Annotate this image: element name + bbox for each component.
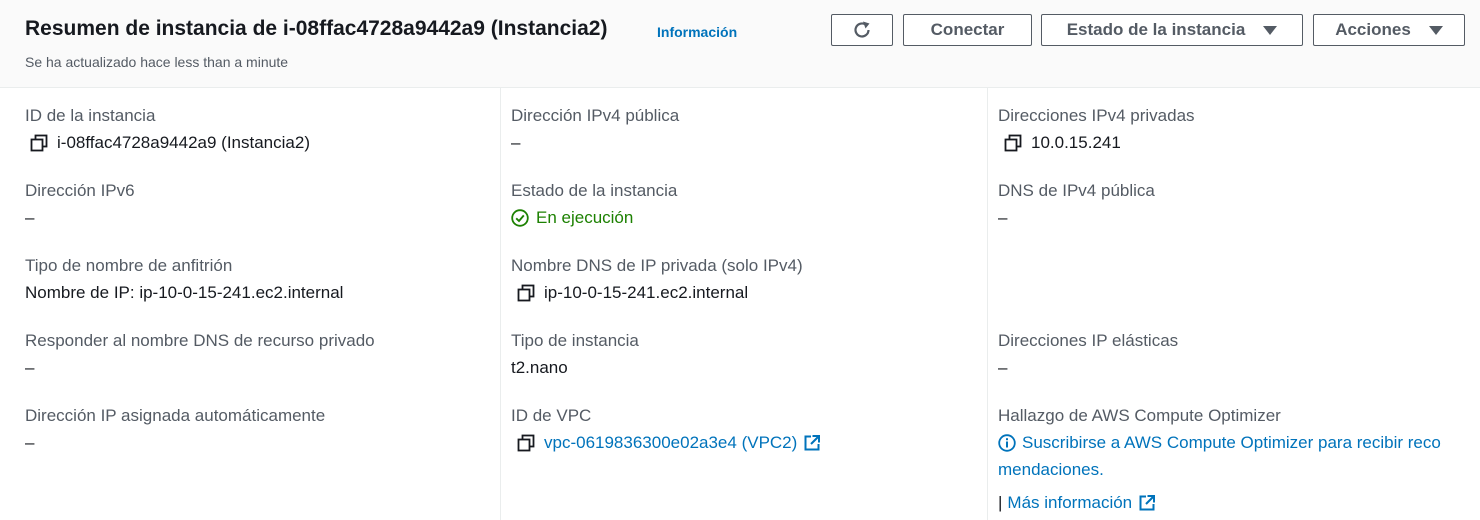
instance-state-dropdown-label: Estado de la instancia <box>1066 20 1246 39</box>
private-ipv4-value: 10.0.15.241 <box>1004 133 1121 153</box>
page-title: Resumen de instancia de i-08ffac4728a944… <box>25 17 608 40</box>
instance-state-dropdown[interactable]: Estado de la instancia <box>1041 14 1303 46</box>
private-ipv4-text: 10.0.15.241 <box>1031 133 1121 152</box>
instance-type-label: Tipo de instancia <box>511 331 639 350</box>
external-link-icon[interactable] <box>1138 494 1156 512</box>
page-header: Resumen de instancia de i-08ffac4728a944… <box>0 0 1480 88</box>
optimizer-link-line1[interactable]: Suscribirse a AWS Compute Optimizer para… <box>1022 433 1441 453</box>
more-info-row: | Más información <box>998 493 1156 513</box>
instance-id-value: i-08ffac4728a9442a9 (Instancia2) <box>30 133 310 153</box>
optimizer-subscribe-link[interactable]: Suscribirse a AWS Compute Optimizer para… <box>998 433 1441 453</box>
connect-button-label: Conectar <box>930 20 1005 39</box>
public-ipv4-dns-label: DNS de IPv4 pública <box>998 181 1155 200</box>
column-divider <box>500 88 501 520</box>
instance-state-value: En ejecución <box>511 208 633 228</box>
optimizer-label: Hallazgo de AWS Compute Optimizer <box>998 406 1281 425</box>
actions-dropdown-label: Acciones <box>1335 20 1411 39</box>
connect-button[interactable]: Conectar <box>903 14 1032 46</box>
private-ipv4-label: Direcciones IPv4 privadas <box>998 106 1195 125</box>
optimizer-link-line2[interactable]: mendaciones. <box>998 460 1104 480</box>
external-link-icon[interactable] <box>803 434 821 452</box>
public-ipv4-value: – <box>511 133 521 152</box>
separator: | <box>998 493 1003 512</box>
column-divider <box>987 88 988 520</box>
copy-icon[interactable] <box>1004 134 1022 152</box>
auto-ip-label: Dirección IP asignada automáticamente <box>25 406 326 425</box>
hostname-type-label: Tipo de nombre de anfitrión <box>25 256 233 275</box>
check-circle-icon <box>511 209 529 227</box>
vpc-id-value: vpc-0619836300e02a3e4 (VPC2) <box>517 433 821 453</box>
refresh-button[interactable] <box>831 14 893 46</box>
copy-icon[interactable] <box>30 134 48 152</box>
caret-down-icon <box>1263 25 1278 35</box>
hostname-type-value: Nombre de IP: ip-10-0-15-241.ec2.interna… <box>25 283 344 302</box>
last-updated-text: Se ha actualizado hace less than a minut… <box>25 54 289 70</box>
private-dns-value: ip-10-0-15-241.ec2.internal <box>517 283 748 303</box>
elastic-ips-value: – <box>998 358 1008 377</box>
private-dns-text: ip-10-0-15-241.ec2.internal <box>544 283 749 302</box>
refresh-icon <box>854 21 870 38</box>
private-dns-answer-label: Responder al nombre DNS de recurso priva… <box>25 331 375 350</box>
more-info-link[interactable]: Más información <box>1007 493 1132 513</box>
copy-icon[interactable] <box>517 284 535 302</box>
public-ipv4-dns-value: – <box>998 208 1008 227</box>
actions-dropdown[interactable]: Acciones <box>1313 14 1465 46</box>
info-circle-icon <box>998 434 1016 452</box>
private-dns-label: Nombre DNS de IP privada (solo IPv4) <box>511 256 803 275</box>
instance-id-label: ID de la instancia <box>25 106 156 125</box>
elastic-ips-label: Direcciones IP elásticas <box>998 331 1179 350</box>
auto-ip-value: – <box>25 433 35 452</box>
private-dns-answer-value: – <box>25 358 35 377</box>
instance-id-text: i-08ffac4728a9442a9 (Instancia2) <box>57 133 310 152</box>
copy-icon[interactable] <box>517 434 535 452</box>
vpc-id-label: ID de VPC <box>511 406 592 425</box>
instance-state-text: En ejecución <box>536 208 634 227</box>
caret-down-icon <box>1428 25 1443 35</box>
ipv6-label: Dirección IPv6 <box>25 181 135 200</box>
instance-state-label: Estado de la instancia <box>511 181 678 200</box>
public-ipv4-label: Dirección IPv4 pública <box>511 106 680 125</box>
instance-type-value: t2.nano <box>511 358 568 377</box>
info-link[interactable]: Información <box>657 24 737 40</box>
vpc-id-link[interactable]: vpc-0619836300e02a3e4 (VPC2) <box>544 433 797 453</box>
ipv6-value: – <box>25 208 35 227</box>
